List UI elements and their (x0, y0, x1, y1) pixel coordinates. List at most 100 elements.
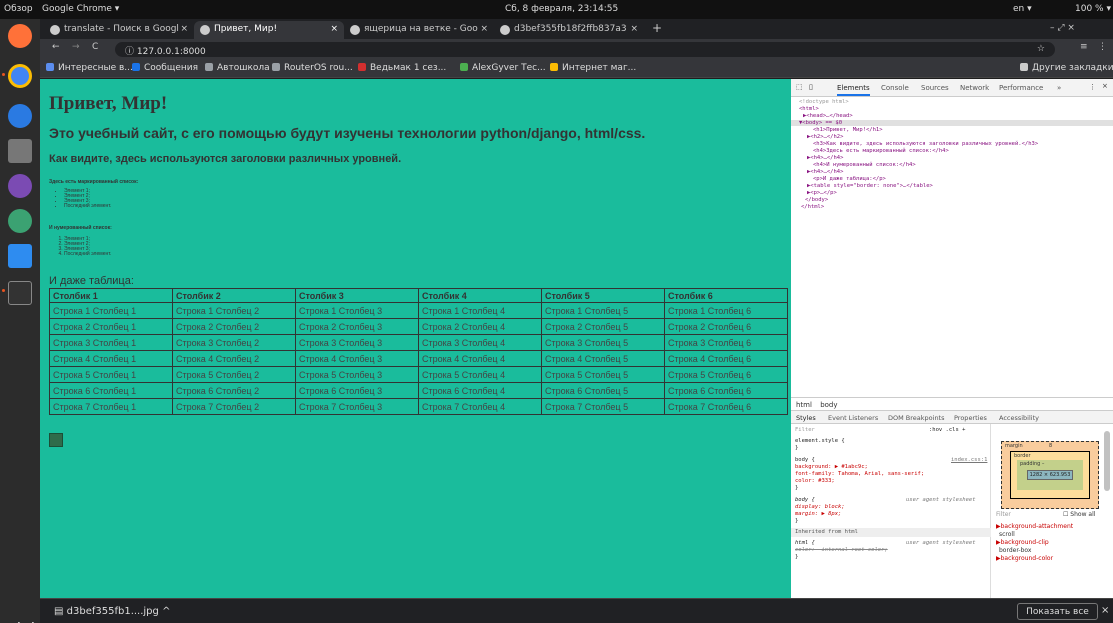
tab-console[interactable]: Console (881, 84, 909, 92)
style-declaration: margin: ▶ 8px; (795, 511, 842, 517)
tab-image[interactable]: d3bef355fb18f2ffb837a3 × (494, 21, 644, 39)
dom-node[interactable]: ▶<h4>…</h4> (807, 155, 843, 161)
tab-translate[interactable]: translate - Поиск в Googl × (44, 21, 194, 39)
bookmark-item[interactable]: RouterOS rou... (272, 63, 353, 73)
bookmark-item[interactable]: Интернет маг... (550, 63, 636, 73)
tab-network[interactable]: Network (960, 84, 989, 92)
reload-icon[interactable]: C (92, 42, 98, 52)
tab-styles[interactable]: Styles (796, 414, 816, 422)
new-tab-button[interactable]: + (652, 21, 662, 35)
close-icon[interactable]: × (480, 24, 488, 34)
dom-node[interactable]: <h4>И нумерованный список:</h4> (813, 162, 916, 168)
dom-node[interactable]: <!doctype html> (799, 99, 849, 105)
bookmark-item[interactable]: Интересные в... (46, 63, 133, 73)
image-thumbnail[interactable] (49, 433, 63, 447)
bookmarks-bar: Интересные в... Сообщения Автошкола Rout… (40, 59, 1113, 78)
bookmark-item[interactable]: Сообщения (132, 63, 198, 73)
address-bar[interactable]: ⓘ 127.0.0.1:8000 ☆ (115, 42, 1055, 57)
extensions-icon[interactable]: ≡ (1080, 42, 1088, 52)
close-icon[interactable]: × (630, 24, 638, 34)
dom-node[interactable]: <h4>Здесь есть маркированный список:</h4… (813, 148, 949, 154)
close-icon[interactable]: × (1102, 82, 1108, 90)
window-controls[interactable]: – ⤢ × (1050, 23, 1075, 33)
thunderbird-icon[interactable] (8, 104, 32, 128)
tab-dom-breakpoints[interactable]: DOM Breakpoints (888, 414, 945, 422)
tab-sources[interactable]: Sources (921, 84, 949, 92)
files-icon[interactable] (8, 139, 32, 163)
close-icon[interactable]: × (330, 24, 338, 34)
bookmark-item[interactable]: AlexGyver Тес... (460, 63, 546, 73)
tab-accessibility[interactable]: Accessibility (999, 414, 1039, 422)
other-bookmarks[interactable]: Другие закладки (1020, 63, 1113, 73)
dom-node[interactable]: ▶<table style="border: none">…</table> (807, 183, 933, 189)
github-desktop-icon[interactable] (8, 174, 32, 198)
styles-filter[interactable]: Filter (795, 427, 815, 434)
close-icon[interactable]: × (180, 24, 188, 34)
devtools-menu-icon[interactable]: ⋮ (1089, 83, 1096, 91)
more-tabs-button[interactable]: » (1057, 84, 1061, 92)
column-header: Столбик 2 (172, 288, 296, 303)
tab-properties[interactable]: Properties (954, 414, 987, 422)
heading-levels: Как видите, здесь используются заголовки… (49, 153, 402, 165)
dom-node-selected[interactable]: ▼<body> == $0 (791, 120, 1113, 127)
table-cell: Строка 4 Столбец 5 (541, 350, 665, 367)
star-icon[interactable]: ☆ (1037, 44, 1045, 54)
table-cell: Строка 2 Столбец 5 (541, 318, 665, 335)
styles-scrollbar[interactable] (1104, 431, 1110, 491)
computed-prop[interactable]: ▶background-attachment (996, 523, 1073, 530)
inspect-icon[interactable]: ⬚ (796, 83, 803, 91)
app-menu[interactable]: Google Chrome ▾ (42, 4, 119, 14)
breadcrumb-html[interactable]: html (796, 401, 812, 409)
dom-node[interactable]: </html> (801, 204, 824, 210)
breadcrumb-body[interactable]: body (820, 401, 837, 409)
folder-icon (1020, 63, 1028, 71)
devtools-tabs: ⬚ ▯ Elements Console Sources Network Per… (791, 79, 1113, 97)
index-css-link[interactable]: index.css:1 (951, 457, 987, 464)
info-icon[interactable]: ⓘ (125, 47, 137, 57)
dom-node[interactable]: <p>И даже таблица:</p> (813, 176, 886, 182)
dom-node[interactable]: <html> (799, 106, 819, 112)
battery-indicator[interactable]: 100 % ▾ (1075, 4, 1111, 14)
dom-node[interactable]: ▶<h2>…</h2> (807, 134, 843, 140)
tab-strip: translate - Поиск в Googl × Привет, Мир!… (40, 19, 1113, 39)
back-icon[interactable]: ← (52, 42, 60, 52)
dom-node[interactable]: <h3>Как видите, здесь используются загол… (813, 141, 1038, 147)
computed-prop[interactable]: ▶background-color (996, 555, 1053, 562)
show-all-checkbox[interactable]: ☐ Show all (1063, 511, 1095, 518)
globe-icon (500, 25, 510, 35)
download-item[interactable]: ▤ d3bef355fb1....jpg ^ (54, 606, 170, 617)
dom-node[interactable]: ▶<h4>…</h4> (807, 169, 843, 175)
table-header-row: Столбик 1 Столбик 2 Столбик 3 Столбик 4 Стол… (49, 288, 788, 303)
table-cell: Строка 3 Столбец 2 (172, 334, 296, 351)
bookmark-item[interactable]: Ведьмак 1 сез... (358, 63, 446, 73)
computed-filter[interactable]: Filter (996, 511, 1011, 518)
wps-icon[interactable] (8, 244, 32, 268)
computed-prop[interactable]: ▶background-clip (996, 539, 1049, 546)
dom-node[interactable]: ▶<head>…</head> (803, 113, 853, 119)
menu-icon[interactable]: ⋮ (1098, 42, 1107, 52)
tab-elements[interactable]: Elements (837, 84, 870, 96)
tab-lizard[interactable]: ящерица на ветке - Goo × (344, 21, 494, 39)
show-all-button[interactable]: Показать все (1017, 603, 1098, 620)
dom-node[interactable]: <h1>Привет, Мир!</h1> (813, 127, 883, 133)
hov-cls-controls[interactable]: :hov .cls + (929, 427, 965, 434)
chrome-icon[interactable] (8, 64, 32, 88)
language-indicator[interactable]: en ▾ (1013, 4, 1032, 14)
chevron-up-icon[interactable]: ^ (162, 606, 170, 617)
firefox-icon[interactable] (8, 24, 32, 48)
clock[interactable]: Сб, 8 февраля, 23:14:55 (505, 4, 618, 14)
device-icon[interactable]: ▯ (809, 83, 813, 91)
atom-icon[interactable] (8, 209, 32, 233)
forward-icon[interactable]: → (72, 42, 80, 52)
numbered-list: Элемент 1; Элемент 2; Элемент 3; Последн… (64, 237, 111, 257)
dom-node[interactable]: </body> (805, 197, 828, 203)
activities-button[interactable]: Обзор (4, 4, 33, 14)
terminal-icon[interactable] (8, 281, 32, 305)
tab-privet-mir[interactable]: Привет, Мир! × (194, 21, 344, 39)
bookmark-item[interactable]: Автошкола (205, 63, 270, 73)
table-cell: Строка 6 Столбец 4 (418, 382, 542, 399)
dom-node[interactable]: ▶<p>…</p> (807, 190, 837, 196)
close-icon[interactable]: × (1101, 605, 1109, 616)
tab-event-listeners[interactable]: Event Listeners (828, 414, 878, 422)
tab-performance[interactable]: Performance (999, 84, 1043, 92)
